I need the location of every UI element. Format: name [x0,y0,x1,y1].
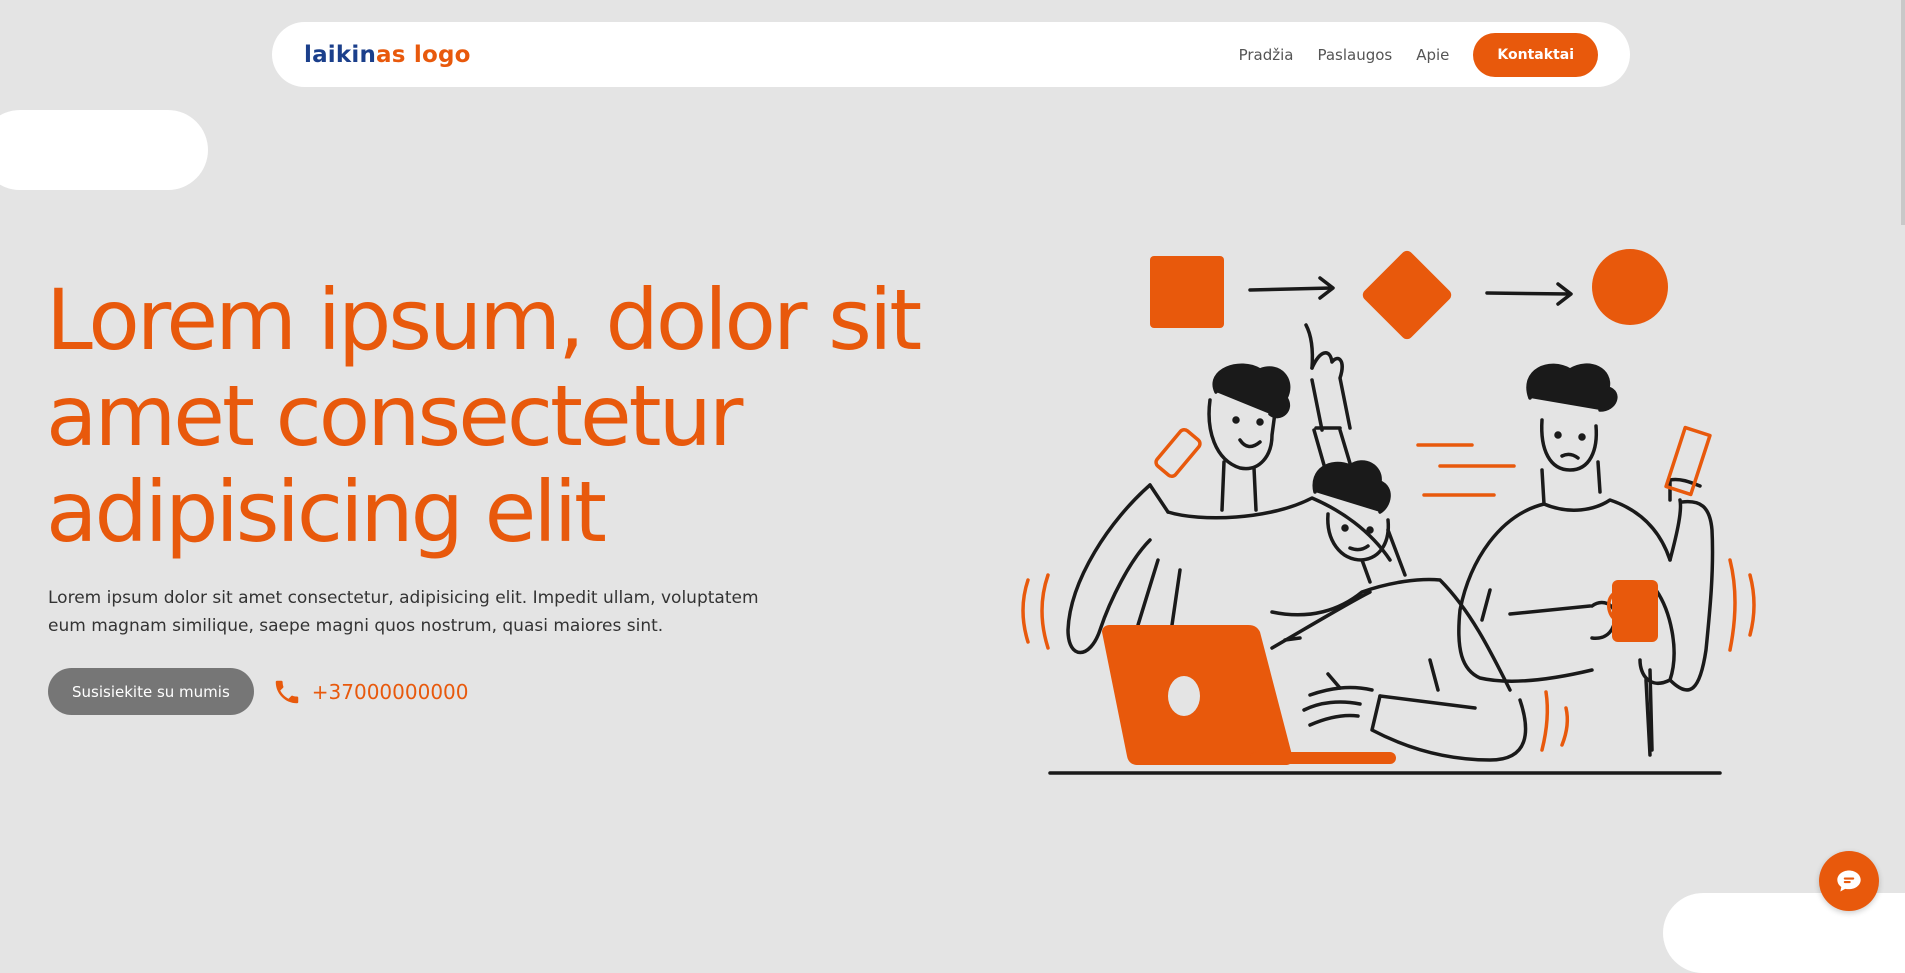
hero-description: Lorem ipsum dolor sit amet consectetur, … [48,588,759,636]
team-collaboration-illustration [1021,249,1756,775]
logo-text-part2: as logo [376,41,471,68]
nav-link-pradzia[interactable]: Pradžia [1239,46,1294,64]
chat-icon [1837,870,1861,892]
top-navbar: laikinas logo Pradžia Paslaugos Apie Kon… [272,22,1630,87]
logo-text-part1: laikin [304,41,377,68]
hero-title: Lorem ipsum, dolor sit amet consectetur … [46,271,922,561]
nav-link-apie[interactable]: Apie [1416,46,1449,64]
chat-button[interactable] [1819,851,1879,911]
phone-icon [275,680,299,703]
contact-nav-button[interactable]: Kontaktai [1473,32,1598,77]
nav-link-paslaugos[interactable]: Paslaugos [1317,46,1392,64]
phone-link[interactable]: +37000000000 [272,677,469,707]
decorative-pill-right [1663,893,1905,973]
page-scrollbar[interactable] [1901,0,1905,225]
nav-links: Pradžia Paslaugos Apie Kontaktai [1215,32,1598,77]
hero-actions: Susisiekite su mumis +37000000000 [48,668,469,715]
contact-us-button[interactable]: Susisiekite su mumis [48,668,254,715]
phone-number: +37000000000 [311,679,469,704]
decorative-pill-left [0,110,208,190]
site-logo[interactable]: laikinas logo [304,42,471,68]
